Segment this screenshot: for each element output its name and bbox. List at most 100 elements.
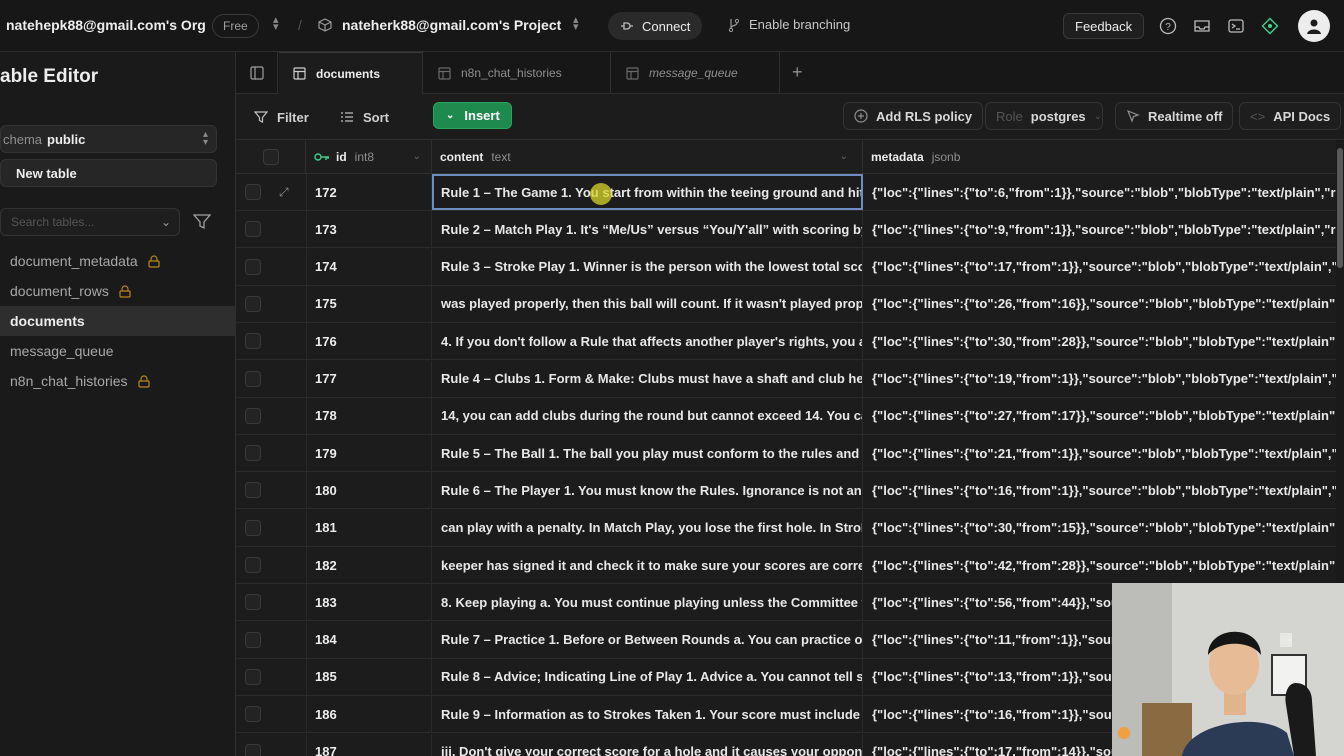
row-checkbox[interactable] xyxy=(245,221,261,238)
id-cell[interactable]: 178 xyxy=(306,397,432,434)
content-cell[interactable]: Rule 7 – Practice 1. Before or Between R… xyxy=(432,621,863,658)
inbox-icon[interactable] xyxy=(1193,17,1211,35)
chevron-down-icon[interactable]: ⌄ xyxy=(840,151,848,162)
sidebar-item-document-metadata[interactable]: document_metadata xyxy=(0,246,236,276)
feedback-button[interactable]: Feedback xyxy=(1063,13,1145,39)
id-cell[interactable]: 172 xyxy=(306,174,432,210)
metadata-cell[interactable]: {"loc":{"lines":{"to":21,"from":1}},"sou… xyxy=(863,435,1336,471)
org-switch-icon[interactable]: ▴ ▾ xyxy=(273,15,279,33)
row-checkbox[interactable] xyxy=(245,668,261,685)
id-cell[interactable]: 186 xyxy=(306,696,432,733)
role-select[interactable]: Role postgres ⌄ xyxy=(985,102,1103,130)
row-checkbox[interactable] xyxy=(245,743,261,756)
content-cell[interactable]: 4. If you don't follow a Rule that affec… xyxy=(432,323,863,360)
content-cell[interactable]: Rule 1 – The Game 1. You start from with… xyxy=(432,174,863,210)
id-cell[interactable]: 187 xyxy=(306,733,432,756)
metadata-cell[interactable]: {"loc":{"lines":{"to":6,"from":1}},"sour… xyxy=(863,174,1336,210)
content-cell[interactable]: keeper has signed it and check it to mak… xyxy=(432,547,863,583)
project-switch-icon[interactable]: ▴ ▾ xyxy=(573,15,579,33)
column-header-id[interactable]: id int8 ⌄ xyxy=(306,140,432,173)
api-docs-button[interactable]: <> API Docs xyxy=(1239,102,1342,130)
expand-row-icon[interactable]: ⤢ xyxy=(279,185,289,200)
sort-button[interactable]: Sort xyxy=(340,106,389,128)
row-checkbox[interactable] xyxy=(245,706,261,723)
row-checkbox[interactable] xyxy=(245,519,261,536)
chevron-down-icon[interactable]: ⌄ xyxy=(413,151,421,162)
metadata-cell[interactable]: {"loc":{"lines":{"to":26,"from":16}},"so… xyxy=(863,286,1336,322)
search-tables-input[interactable]: Search tables... ⌄ xyxy=(0,208,180,236)
metadata-cell[interactable]: {"loc":{"lines":{"to":30,"from":15}},"so… xyxy=(863,510,1336,546)
user-avatar[interactable] xyxy=(1298,10,1330,42)
row-checkbox[interactable] xyxy=(245,557,261,573)
row-checkbox[interactable] xyxy=(245,370,261,387)
advisor-diamond-icon[interactable] xyxy=(1261,17,1279,35)
enable-branching-button[interactable]: Enable branching xyxy=(727,17,850,32)
metadata-cell[interactable]: {"loc":{"lines":{"to":27,"from":17}},"so… xyxy=(863,398,1336,434)
table-row[interactable]: 179 Rule 5 – The Ball 1. The ball you pla… xyxy=(236,435,1336,473)
content-cell[interactable]: can play with a penalty. In Match Play, … xyxy=(432,509,863,546)
metadata-cell[interactable]: {"loc":{"lines":{"to":19,"from":1}},"sou… xyxy=(863,361,1336,397)
column-header-metadata[interactable]: metadata jsonb xyxy=(863,140,1336,173)
column-header-content[interactable]: content text ⌄ xyxy=(432,140,863,173)
tab-documents[interactable]: documents xyxy=(279,52,423,94)
table-row[interactable]: 174 Rule 3 – Stroke Play 1. Winner is the… xyxy=(236,248,1336,286)
id-cell[interactable]: 176 xyxy=(306,323,432,360)
sidebar-item-documents[interactable]: documents xyxy=(0,306,236,336)
table-row[interactable]: 178 14, you can add clubs during the roun… xyxy=(236,397,1336,435)
content-cell[interactable]: 8. Keep playing a. You must continue pla… xyxy=(432,584,863,621)
content-cell[interactable]: was played properly, then this ball will… xyxy=(432,285,863,322)
sidebar-toggle-button[interactable] xyxy=(236,52,278,94)
id-cell[interactable]: 179 xyxy=(306,435,432,472)
row-checkbox[interactable] xyxy=(245,631,261,648)
id-cell[interactable]: 173 xyxy=(306,211,432,248)
connect-button[interactable]: Connect xyxy=(608,12,702,40)
metadata-cell[interactable]: {"loc":{"lines":{"to":17,"from":1}},"sou… xyxy=(863,249,1336,285)
table-row[interactable]: 177 Rule 4 – Clubs 1. Form & Make: Clubs … xyxy=(236,360,1336,398)
row-checkbox[interactable] xyxy=(245,184,261,200)
org-name[interactable]: natehерk88@gmail.com's Org xyxy=(6,17,206,33)
sidebar-item-message-queue[interactable]: message_queue xyxy=(0,336,236,366)
metadata-cell[interactable]: {"loc":{"lines":{"to":16,"from":1}},"sou… xyxy=(863,472,1336,508)
id-cell[interactable]: 177 xyxy=(306,360,432,397)
content-cell[interactable]: Rule 6 – The Player 1. You must know the… xyxy=(432,472,863,509)
insert-button[interactable]: ⌄ Insert xyxy=(433,102,512,129)
row-checkbox[interactable] xyxy=(245,258,261,275)
content-cell[interactable]: Rule 2 – Match Play 1. It's “Me/Us” vers… xyxy=(432,211,863,248)
row-checkbox[interactable] xyxy=(245,333,261,350)
row-checkbox[interactable] xyxy=(245,482,261,499)
tab-message-queue[interactable]: message_queue xyxy=(612,52,780,94)
schema-select[interactable]: chema public ▴ ▾ xyxy=(0,125,217,153)
sidebar-item-n8n-chat-histories[interactable]: n8n_chat_histories xyxy=(0,366,236,396)
terminal-icon[interactable] xyxy=(1227,17,1245,35)
table-row[interactable]: ⤢ 172 Rule 1 – The Game 1. You start from … xyxy=(236,174,1336,211)
content-cell[interactable]: Rule 3 – Stroke Play 1. Winner is the pe… xyxy=(432,248,863,285)
table-row[interactable]: 173 Rule 2 – Match Play 1. It's “Me/Us” v… xyxy=(236,211,1336,249)
project-name[interactable]: nateherk88@gmail.com's Project xyxy=(342,17,561,33)
table-row[interactable]: 181 can play with a penalty. In Match Pla… xyxy=(236,509,1336,547)
row-checkbox[interactable] xyxy=(245,594,261,611)
id-cell[interactable]: 182 xyxy=(306,547,432,583)
table-row[interactable]: 182 keeper has signed it and check it to … xyxy=(236,547,1336,584)
metadata-cell[interactable]: {"loc":{"lines":{"to":30,"from":28}},"so… xyxy=(863,323,1336,359)
id-cell[interactable]: 180 xyxy=(306,472,432,509)
collapse-chevrons-icon[interactable]: ⌄ xyxy=(161,215,171,229)
content-cell[interactable]: Rule 9 – Information as to Strokes Taken… xyxy=(432,696,863,733)
add-rls-policy-button[interactable]: Add RLS policy xyxy=(843,102,984,130)
id-cell[interactable]: 185 xyxy=(306,658,432,695)
id-cell[interactable]: 175 xyxy=(306,285,432,322)
filter-icon[interactable] xyxy=(193,214,211,230)
id-cell[interactable]: 184 xyxy=(306,621,432,658)
content-cell[interactable]: 14, you can add clubs during the round b… xyxy=(432,397,863,434)
add-tab-icon[interactable]: + xyxy=(792,62,803,83)
new-table-button[interactable]: New table xyxy=(0,159,217,187)
filter-button[interactable]: Filter xyxy=(254,106,309,128)
row-checkbox[interactable] xyxy=(245,407,261,424)
help-icon[interactable]: ? xyxy=(1159,17,1177,35)
scrollbar-thumb[interactable] xyxy=(1337,148,1343,268)
metadata-cell[interactable]: {"loc":{"lines":{"to":9,"from":1}},"sour… xyxy=(863,211,1336,247)
row-checkbox[interactable] xyxy=(245,295,261,312)
metadata-cell[interactable]: {"loc":{"lines":{"to":42,"from":28}},"so… xyxy=(863,547,1336,583)
table-row[interactable]: 180 Rule 6 – The Player 1. You must know … xyxy=(236,472,1336,510)
content-cell[interactable]: Rule 4 – Clubs 1. Form & Make: Clubs mus… xyxy=(432,360,863,397)
select-all-checkbox[interactable] xyxy=(262,148,279,165)
